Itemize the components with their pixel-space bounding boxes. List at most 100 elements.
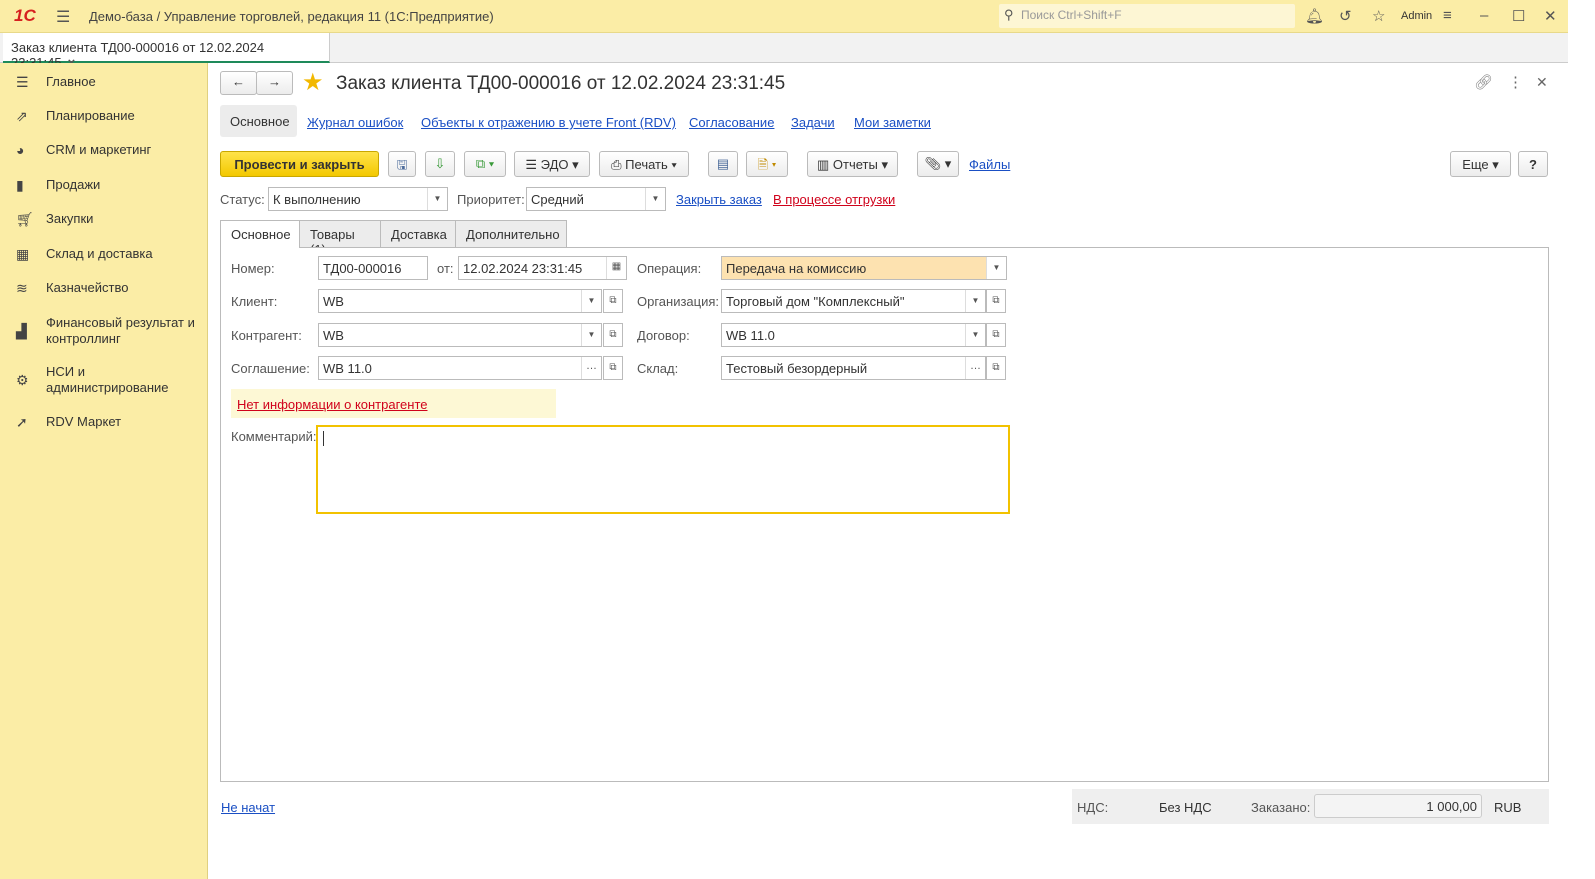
pie-icon: ◕ — [16, 142, 25, 158]
post-document-icon: ⇩ — [434, 156, 446, 171]
close-order-link[interactable]: Закрыть заказ — [676, 192, 762, 207]
organization-select[interactable]: Торговый дом "Комплексный" ▼ — [721, 289, 986, 313]
create-based-icon: ⧉ ▾ — [475, 156, 495, 171]
close-window-icon[interactable]: ✕ — [1544, 7, 1557, 25]
attach-button[interactable]: 📎︎ ▾ — [917, 151, 959, 177]
sidebar-item-label: Финансовый результат и контроллинг — [46, 315, 195, 346]
sidebar-item-purchases[interactable]: 🛒︎ Закупки — [0, 211, 208, 227]
priority-select[interactable]: Средний ▼ — [526, 187, 666, 211]
1c-logo: 1С — [14, 6, 36, 25]
print-button[interactable]: ⎙ Печать ▾ — [599, 151, 689, 177]
chevron-down-icon[interactable]: ▼ — [581, 290, 601, 312]
sidebar-item-finance[interactable]: ▟ Финансовый результат и контроллинг — [0, 315, 208, 347]
nav-link-tasks[interactable]: Задачи — [791, 115, 835, 130]
open-client-button[interactable]: ⧉ — [603, 289, 623, 313]
hamburger-menu-icon[interactable]: ☰ — [56, 7, 70, 27]
bag-icon: ▮ — [16, 177, 24, 193]
sidebar-item-treasury[interactable]: ≋ Казначейство — [0, 280, 208, 296]
sidebar-item-rdv-market[interactable]: ➚ RDV Маркет — [0, 414, 208, 430]
client-select[interactable]: WB ▼ — [318, 289, 602, 313]
edo-button[interactable]: ☰ ЭДО ▾ — [514, 151, 590, 177]
minimize-icon[interactable]: – — [1480, 7, 1488, 24]
sidebar-item-warehouse[interactable]: ▦ Склад и доставка — [0, 246, 208, 262]
chevron-down-icon[interactable]: ▼ — [965, 290, 985, 312]
shipping-state-link[interactable]: В процессе отгрузки — [773, 192, 895, 207]
nav-tab-main[interactable]: Основное — [220, 105, 297, 137]
operation-select[interactable]: Передача на комиссию ▼ — [721, 256, 1007, 280]
bell-icon[interactable]: 🔔︎ — [1305, 7, 1324, 25]
user-name[interactable]: Admin — [1401, 10, 1432, 22]
post-and-close-button[interactable]: Провести и закрыть — [220, 151, 379, 177]
sidebar-item-admin[interactable]: ⚙ НСИ и администрирование — [0, 364, 208, 396]
close-form-icon[interactable]: ✕ — [1536, 74, 1548, 91]
more-button[interactable]: Еще ▾ — [1450, 151, 1511, 177]
comment-label: Комментарий: — [231, 429, 317, 444]
priority-label: Приоритет: — [457, 192, 525, 207]
sidebar-item-planning[interactable]: ⇗ Планирование — [0, 108, 208, 124]
no-info-link[interactable]: Нет информации о контрагенте — [237, 397, 428, 412]
nav-link-error-log[interactable]: Журнал ошибок — [307, 115, 403, 130]
ellipsis-icon[interactable]: … — [965, 357, 985, 379]
sidebar-item-label: Планирование — [46, 108, 135, 123]
structure-button[interactable]: ▤ — [708, 151, 738, 177]
sidebar-item-label: Закупки — [46, 211, 94, 226]
back-button[interactable]: ← — [220, 71, 257, 95]
maximize-icon[interactable]: ☐ — [1512, 7, 1525, 25]
chevron-down-icon[interactable]: ▼ — [581, 324, 601, 346]
nav-link-notes[interactable]: Мои заметки — [854, 115, 931, 130]
contract-label: Договор: — [637, 328, 690, 343]
contractor-select[interactable]: WB ▼ — [318, 323, 602, 347]
open-agreement-button[interactable]: ⧉ — [603, 356, 623, 380]
app-title: Демо-база / Управление торговлей, редакц… — [89, 9, 494, 24]
warehouse-select[interactable]: Тестовый безордерный… — [721, 356, 986, 380]
chevron-down-icon[interactable]: ▼ — [645, 188, 665, 210]
link-icon[interactable]: 🔗︎ — [1474, 73, 1493, 91]
more-vertical-icon[interactable]: ⋮ — [1508, 73, 1523, 91]
save-button[interactable]: 🖫 — [388, 151, 416, 177]
save-icon: 🖫 — [396, 157, 408, 172]
sidebar-item-crm[interactable]: ◕ CRM и маркетинг — [0, 142, 208, 158]
tab-delivery[interactable]: Доставка — [380, 220, 456, 247]
agreement-select[interactable]: WB 11.0… — [318, 356, 602, 380]
number-input[interactable]: ТД00-000016 — [318, 256, 428, 280]
open-contract-button[interactable]: ⧉ — [986, 323, 1006, 347]
calendar-icon[interactable]: ▦ — [606, 257, 626, 279]
order-state-link[interactable]: Не начат — [221, 800, 275, 815]
tab-main[interactable]: Основное — [220, 220, 300, 248]
open-contractor-button[interactable]: ⧉ — [603, 323, 623, 347]
nav-link-approval[interactable]: Согласование — [689, 115, 774, 130]
files-link[interactable]: Файлы — [969, 157, 1010, 172]
date-input[interactable]: 12.02.2024 23:31:45 ▦ — [458, 256, 627, 280]
status-select[interactable]: К выполнению ▼ — [268, 187, 448, 211]
open-warehouse-button[interactable]: ⧉ — [986, 356, 1006, 380]
tab-goods[interactable]: Товары (1) — [299, 220, 381, 257]
ordered-total: 1 000,00 — [1314, 794, 1482, 818]
related-docs-button[interactable]: 🗎 ▾ — [746, 151, 788, 177]
sidebar-item-main[interactable]: ☰ Главное — [0, 74, 208, 90]
settings-lines-icon[interactable]: ≡ — [1443, 7, 1452, 24]
sidebar-item-sales[interactable]: ▮ Продажи — [0, 177, 208, 193]
tab-additional[interactable]: Дополнительно — [455, 220, 567, 247]
star-icon[interactable]: ☆ — [1372, 7, 1385, 25]
list-icon: ▤ — [716, 156, 730, 171]
edo-icon: ☰ — [525, 157, 541, 172]
favorite-star-icon[interactable]: ★ — [302, 68, 324, 97]
window-tab-order[interactable]: Заказ клиента ТД00-000016 от 12.02.2024 … — [3, 33, 330, 70]
forward-button[interactable]: → — [256, 71, 293, 95]
title-bar: 1С ☰ Демо-база / Управление торговлей, р… — [0, 0, 1568, 33]
chevron-down-icon[interactable]: ▼ — [427, 188, 447, 210]
open-organization-button[interactable]: ⧉ — [986, 289, 1006, 313]
search-input[interactable]: ⚲ Поиск Ctrl+Shift+F — [999, 4, 1295, 28]
ellipsis-icon[interactable]: … — [581, 357, 601, 379]
post-button[interactable]: ⇩ — [425, 151, 455, 177]
contract-select[interactable]: WB 11.0 ▼ — [721, 323, 986, 347]
chevron-down-icon[interactable]: ▼ — [965, 324, 985, 346]
sidebar-item-label: Продажи — [46, 177, 101, 192]
chevron-down-icon[interactable]: ▼ — [986, 257, 1006, 279]
comment-textarea[interactable] — [316, 425, 1010, 514]
create-based-on-button[interactable]: ⧉ ▾ — [464, 151, 506, 177]
reports-button[interactable]: ▥ Отчеты ▾ — [807, 151, 898, 177]
nav-link-front-objects[interactable]: Объекты к отражению в учете Front (RDV) — [421, 115, 676, 130]
help-button[interactable]: ? — [1518, 151, 1548, 177]
history-icon[interactable]: ↺ — [1339, 7, 1352, 25]
